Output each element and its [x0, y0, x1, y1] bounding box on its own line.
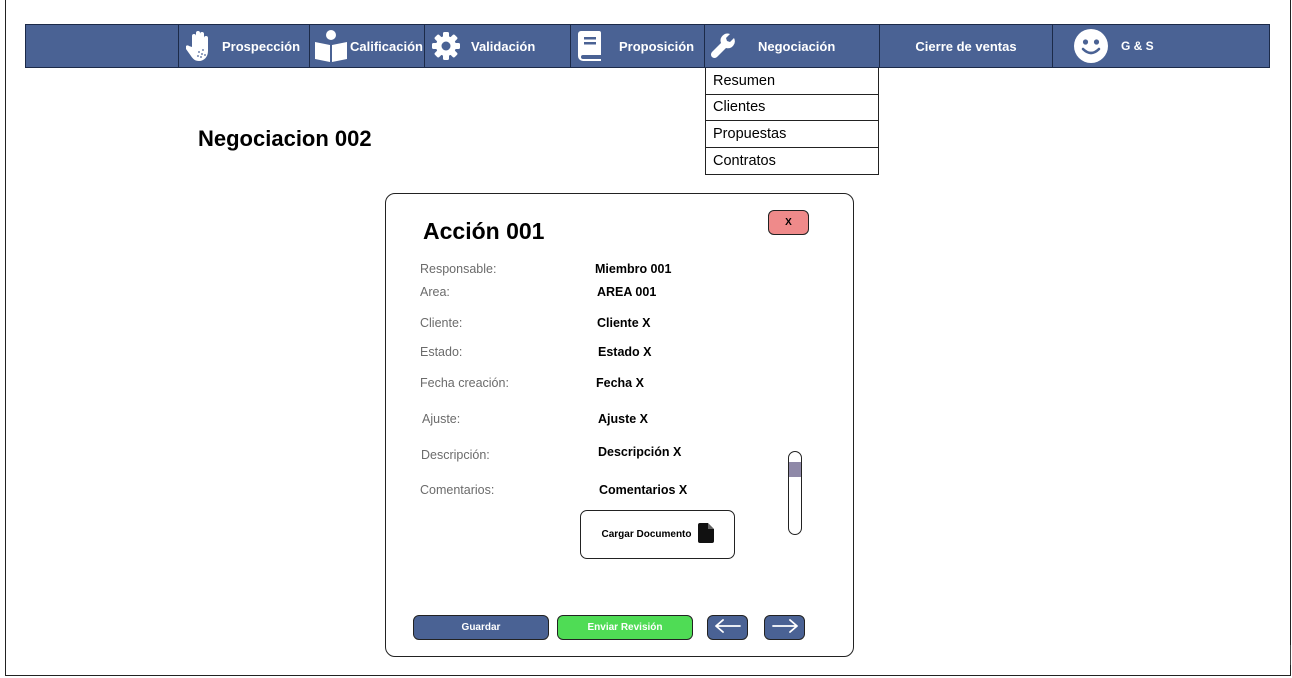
nav-item-cierre-de-ventas[interactable]: Cierre de ventas	[880, 25, 1053, 67]
book-icon	[577, 30, 603, 62]
hand-icon	[186, 30, 214, 62]
nav-item-negociacion[interactable]: Negociación	[705, 25, 880, 67]
field-label-fecha-creacion: Fecha creación:	[420, 376, 509, 390]
field-label-responsable: Responsable:	[420, 262, 497, 276]
scrollbar-thumb[interactable]	[789, 462, 801, 477]
negociacion-dropdown: Resumen Clientes Propuestas Contratos	[705, 68, 879, 175]
action-modal: Acción 001 X Responsable: Miembro 001 Ar…	[385, 193, 854, 657]
dropdown-item-contratos[interactable]: Contratos	[706, 148, 878, 175]
modal-title: Acción 001	[423, 218, 545, 244]
field-label-ajuste: Ajuste:	[422, 412, 461, 426]
send-review-button[interactable]: Enviar Revisión	[557, 615, 693, 640]
field-label-estado: Estado:	[420, 345, 463, 359]
nav-item-label: Cierre de ventas	[915, 38, 1017, 54]
nav-item-validacion[interactable]: Validación	[425, 25, 571, 67]
nav-item-label: Validación	[471, 38, 536, 54]
smiley-icon	[1073, 28, 1109, 64]
dropdown-item-propuestas[interactable]: Propuestas	[706, 121, 878, 148]
frame-mark	[1290, 645, 1291, 665]
field-value-cliente: Cliente X	[597, 316, 651, 330]
arrow-right-icon	[771, 619, 799, 636]
field-value-area: AREA 001	[597, 285, 657, 299]
field-value-responsable: Miembro 001	[595, 262, 672, 276]
user-name: G & S	[1121, 39, 1154, 53]
upload-label: Cargar Documento	[601, 529, 692, 540]
field-label-cliente: Cliente:	[420, 316, 463, 330]
close-button[interactable]: X	[768, 210, 809, 235]
nav-item-prospeccion[interactable]: Prospección	[179, 25, 310, 67]
user-menu[interactable]: G & S	[1053, 25, 1203, 67]
field-value-comentarios: Comentarios X	[599, 483, 688, 497]
field-value-fecha: Fecha X	[596, 376, 644, 390]
field-label-descripcion: Descripción:	[421, 448, 490, 462]
field-value-estado: Estado X	[598, 345, 652, 359]
document-icon	[697, 523, 714, 546]
reader-icon	[313, 29, 349, 63]
field-label-comentarios: Comentarios:	[420, 483, 495, 497]
top-nav-bar: Prospección Calificación Validación Prop…	[25, 24, 1270, 68]
dropdown-item-resumen[interactable]: Resumen	[706, 68, 878, 95]
save-button[interactable]: Guardar	[413, 615, 549, 640]
page-title: Negociacion 002	[198, 126, 372, 151]
field-value-ajuste: Ajuste X	[598, 412, 649, 426]
nav-item-label: Negociación	[758, 38, 836, 54]
nav-item-label: Calificación	[350, 38, 423, 54]
field-label-area: Area:	[420, 285, 450, 299]
arrow-left-icon	[714, 619, 742, 636]
modal-scrollbar[interactable]	[788, 451, 802, 535]
nav-item-proposicion[interactable]: Proposición	[571, 25, 705, 67]
nav-item-label: Proposición	[619, 38, 695, 54]
next-button[interactable]	[764, 615, 805, 640]
field-value-descripcion: Descripción X	[598, 445, 682, 459]
nav-item-label: Prospección	[222, 38, 301, 54]
gear-icon	[431, 31, 461, 61]
wrench-icon	[710, 33, 736, 59]
previous-button[interactable]	[707, 615, 748, 640]
upload-document-button[interactable]: Cargar Documento	[580, 510, 735, 559]
dropdown-item-clientes[interactable]: Clientes	[706, 95, 878, 121]
nav-item-calificacion[interactable]: Calificación	[310, 25, 425, 67]
